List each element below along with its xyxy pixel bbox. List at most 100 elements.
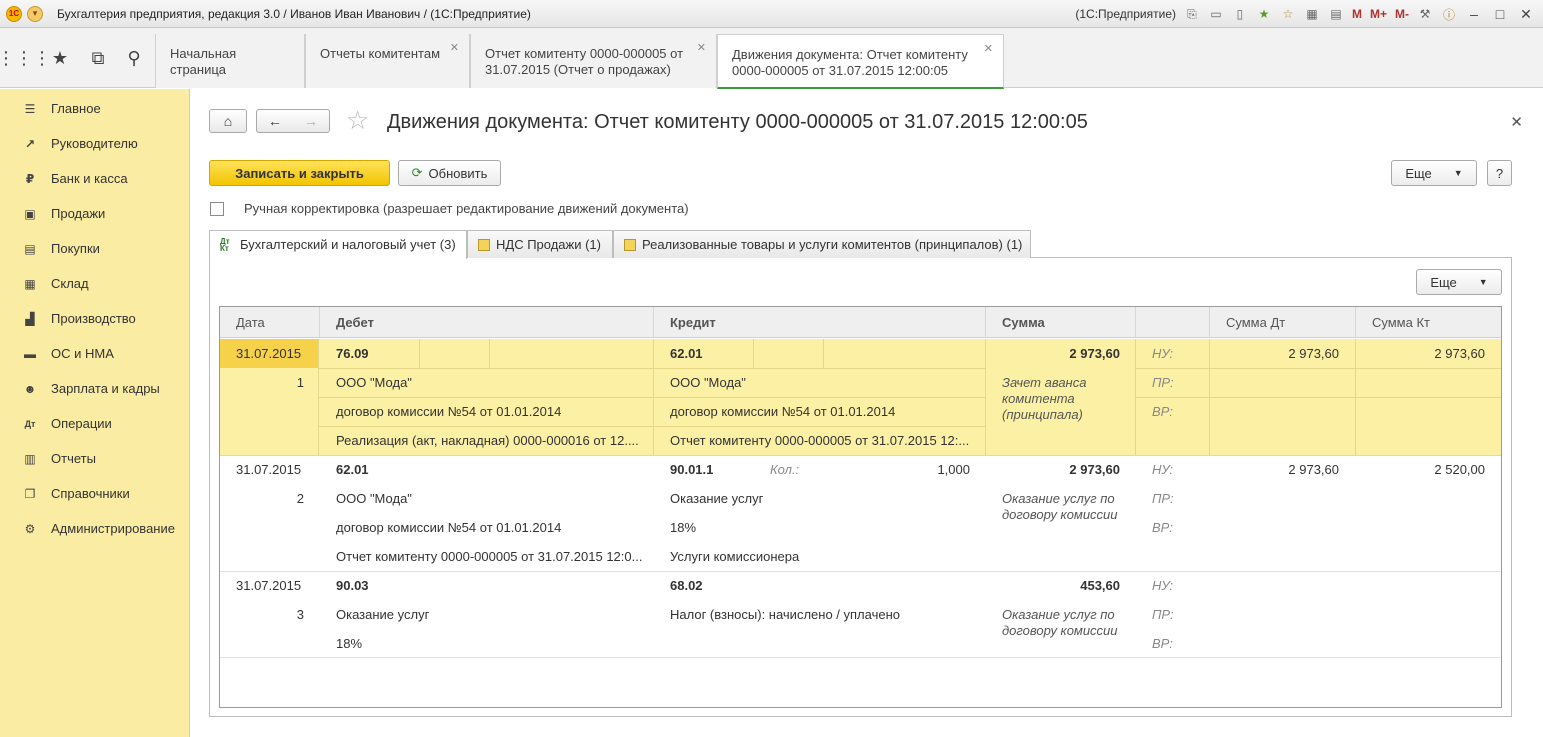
open-tab-reports[interactable]: Отчеты комитентам ✕	[305, 34, 470, 88]
cell-pr-label: ПР:	[1152, 607, 1174, 622]
sidebar-item-assets[interactable]: ▬ ОС и НМА	[0, 336, 189, 371]
column-header-date[interactable]: Дата	[220, 307, 320, 338]
calendar-icon[interactable]: ▤	[1328, 6, 1344, 22]
sidebar-item-salary[interactable]: ☻ Зарплата и кадры	[0, 371, 189, 406]
page-title: Движения документа: Отчет комитенту 0000…	[387, 111, 1088, 133]
close-icon[interactable]: ✕	[450, 40, 459, 56]
memory-button[interactable]: M	[1352, 7, 1362, 21]
column-header-debit[interactable]: Дебет	[320, 307, 654, 338]
cell-credit-subconto-1: Налог (взносы): начислено / уплачено	[670, 607, 900, 622]
movements-table[interactable]: Дата Дебет Кредит Сумма Сумма Дт Сумма К…	[219, 306, 1502, 708]
sidebar-item-label: ОС и НМА	[51, 346, 114, 361]
cell-debit-subconto-1: Оказание услуг	[336, 607, 430, 622]
sidebar-item-manager[interactable]: ↗ Руководителю	[0, 126, 189, 161]
tab-label: Бухгалтерский и налоговый учет (3)	[240, 237, 456, 252]
sidebar-item-label: Покупки	[51, 241, 100, 256]
cell-debit-subconto-3: Отчет комитенту 0000-000005 от 31.07.201…	[336, 549, 643, 564]
tab-vat-sales[interactable]: НДС Продажи (1)	[467, 230, 613, 258]
favorites-star-icon[interactable]: ★	[48, 46, 72, 70]
cell-nu-label: НУ:	[1152, 462, 1174, 477]
cell-credit-account: 62.01	[670, 346, 703, 361]
sidebar-item-label: Склад	[51, 276, 89, 291]
info-icon[interactable]: ⓘ	[1441, 6, 1457, 22]
close-window-icon[interactable]: ✕	[1517, 6, 1535, 23]
tab-label: НДС Продажи (1)	[496, 237, 601, 252]
sidebar-item-sales[interactable]: ▣ Продажи	[0, 196, 189, 231]
favorite-star-icon[interactable]: ☆	[346, 107, 369, 133]
cell-credit-subconto-2: 18%	[670, 520, 697, 535]
tab-sold-goods[interactable]: Реализованные товары и услуги комитентов…	[613, 230, 1031, 258]
more-button[interactable]: Еще ▼	[1391, 160, 1477, 186]
maximize-icon[interactable]: □	[1491, 6, 1509, 22]
main-menu-icon[interactable]: ▾	[27, 5, 43, 22]
home-button[interactable]: ⌂	[209, 109, 247, 133]
cell-vr-label: ВР:	[1152, 636, 1173, 651]
open-tab-label: Отчеты комитентам	[320, 46, 441, 61]
search-icon[interactable]: ⚲	[122, 46, 146, 70]
column-header-sum[interactable]: Сумма	[986, 307, 1136, 338]
help-button[interactable]: ?	[1487, 160, 1512, 186]
sidebar-item-label: Руководителю	[51, 136, 138, 151]
menu-icon: ☰	[24, 101, 36, 116]
close-icon[interactable]: ✕	[697, 40, 706, 56]
forward-arrow-icon[interactable]: →	[304, 113, 318, 129]
sidebar-item-production[interactable]: ▟ Производство	[0, 301, 189, 336]
column-header-sum-kt[interactable]: Сумма Кт	[1356, 307, 1501, 338]
apps-grid-icon[interactable]: ⋮⋮⋮	[0, 46, 51, 70]
sidebar-item-reports[interactable]: ▥ Отчеты	[0, 441, 189, 476]
sidebar: ☰ Главное ↗ Руководителю ₽ Банк и касса ▣ Пр…	[0, 89, 190, 737]
main-content: ⌂ ← → ☆ Движения документа: Отчет комите…	[191, 89, 1543, 737]
sidebar-item-admin[interactable]: ⚙ Администрирование	[0, 511, 189, 546]
grid-more-button[interactable]: Еще ▼	[1416, 269, 1502, 295]
cell-debit-subconto-3: Реализация (акт, накладная) 0000-000016 …	[336, 433, 639, 448]
window-title: Бухгалтерия предприятия, редакция 3.0 / …	[57, 6, 531, 21]
minimize-icon[interactable]: –	[1465, 6, 1483, 22]
preview-icon[interactable]: ▯	[1232, 6, 1248, 22]
sidebar-item-purchases[interactable]: ▤ Покупки	[0, 231, 189, 266]
open-tab-start-page[interactable]: Начальная страница	[155, 34, 305, 88]
sidebar-item-label: Справочники	[51, 486, 130, 501]
calculator-icon[interactable]: ▦	[1304, 6, 1320, 22]
sidebar-item-label: Продажи	[51, 206, 106, 221]
add-favorite-icon[interactable]: ★	[1256, 6, 1272, 22]
cell-line-number: 3	[296, 607, 304, 622]
column-header-credit[interactable]: Кредит	[654, 307, 986, 338]
warehouse-icon: ▦	[24, 276, 36, 291]
cell-content: Оказание услуг по договору комиссии	[1002, 607, 1118, 638]
sidebar-item-label: Банк и касса	[51, 171, 128, 186]
home-icon: ⌂	[223, 113, 233, 129]
link-icon[interactable]: ⎘	[1184, 6, 1200, 22]
column-header-sum-dt[interactable]: Сумма Дт	[1210, 307, 1356, 338]
cell-content: Зачет аванса комитента (принципала)	[1002, 375, 1087, 422]
app-logo-icon: 1C	[6, 5, 22, 22]
tools-icon[interactable]: ⚒	[1417, 6, 1433, 22]
open-tab-movements[interactable]: Движения документа: Отчет комитенту 0000…	[717, 34, 1004, 89]
cell-debit-account: 90.03	[336, 578, 369, 593]
memory-minus-button[interactable]: M-	[1395, 7, 1409, 21]
cell-nu-label: НУ:	[1152, 346, 1174, 361]
cell-debit-account: 62.01	[336, 462, 369, 477]
favorites-icon[interactable]: ☆	[1280, 6, 1296, 22]
manual-edit-checkbox[interactable]	[210, 202, 224, 216]
sidebar-item-bank[interactable]: ₽ Банк и касса	[0, 161, 189, 196]
memory-plus-button[interactable]: M+	[1370, 7, 1387, 21]
sidebar-item-warehouse[interactable]: ▦ Склад	[0, 266, 189, 301]
sidebar-item-label: Администрирование	[51, 521, 175, 536]
cell-line-number: 2	[296, 491, 304, 506]
sidebar-item-main[interactable]: ☰ Главное	[0, 91, 189, 126]
open-tab-report-doc[interactable]: Отчет комитенту 0000-000005 от 31.07.201…	[470, 34, 717, 88]
open-tab-label: Отчет комитенту 0000-000005 от 31.07.201…	[485, 46, 684, 77]
close-icon[interactable]: ✕	[984, 41, 993, 57]
print-icon[interactable]: ▭	[1208, 6, 1224, 22]
back-arrow-icon[interactable]: ←	[268, 113, 282, 129]
chevron-down-icon: ▼	[1478, 277, 1488, 287]
trend-icon: ↗	[24, 136, 36, 151]
section-panel: ⋮⋮⋮ ★ ⧉ ⚲ Начальная страница Отчеты коми…	[0, 28, 1543, 89]
history-icon[interactable]: ⧉	[86, 46, 110, 70]
refresh-button[interactable]: ⟳ Обновить	[398, 160, 501, 186]
save-close-button[interactable]: Записать и закрыть	[209, 160, 390, 186]
sidebar-item-catalogs[interactable]: ❐ Справочники	[0, 476, 189, 511]
close-form-icon[interactable]: ✕	[1510, 113, 1523, 131]
tab-accounting[interactable]: Дт Кт Бухгалтерский и налоговый учет (3)	[209, 230, 467, 259]
sidebar-item-operations[interactable]: Дт Операции	[0, 406, 189, 441]
